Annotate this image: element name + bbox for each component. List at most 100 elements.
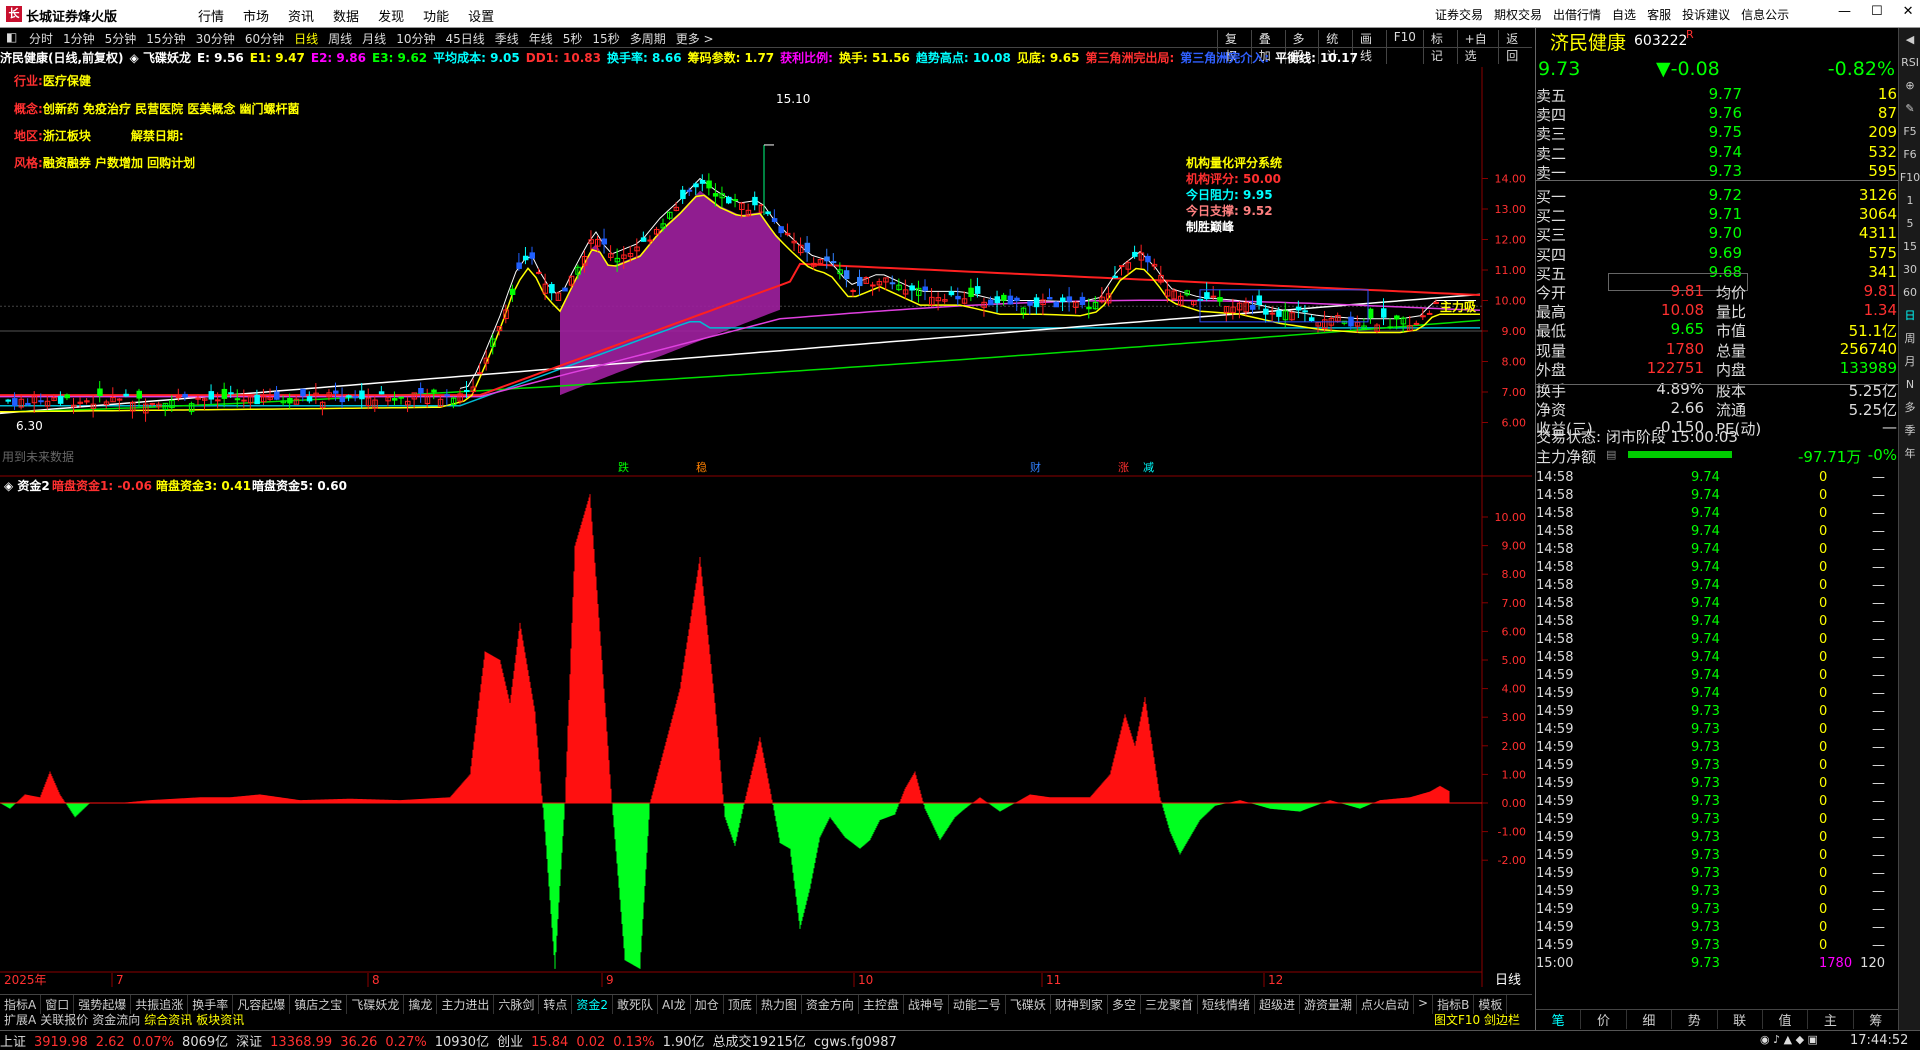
indicator-value: 第三角洲完出局: <box>1085 51 1175 65</box>
price-tick-label: 13.00 <box>1495 203 1527 216</box>
right-menu-item[interactable]: 证券交易 <box>1435 6 1483 23</box>
extension-tab[interactable]: 关联报价 <box>38 1013 90 1027</box>
period-tab[interactable]: 周线 <box>323 30 357 47</box>
tick-price: 9.74 <box>1691 686 1720 701</box>
period-tab[interactable]: 日线 <box>289 30 323 47</box>
period-tab[interactable]: 5秒 <box>558 30 588 47</box>
sidebar-button[interactable]: RSI <box>1899 51 1920 74</box>
extension-tab[interactable]: 资金流向 <box>90 1013 142 1027</box>
index-quote: 0.13% <box>613 1035 655 1050</box>
panel-toggle-icon[interactable]: ◧ <box>6 30 17 44</box>
period-tab[interactable]: 多周期 <box>625 30 671 47</box>
main-net-menu-icon[interactable]: ▤ <box>1606 448 1616 461</box>
candle-body <box>418 387 424 394</box>
period-button[interactable]: 日线 <box>1495 973 1521 987</box>
period-tab[interactable]: 月线 <box>357 30 391 47</box>
candle-body <box>12 398 18 407</box>
tick-row: 14:59 9.73 0 — <box>1536 866 1899 884</box>
sidebar-button[interactable]: 5 <box>1899 212 1920 235</box>
right-menu-item[interactable]: 出借行情 <box>1553 6 1601 23</box>
quote-tab[interactable]: 值 <box>1763 1010 1809 1029</box>
right-menu-item[interactable]: 客服 <box>1647 6 1671 23</box>
quote-tab[interactable]: 筹 <box>1854 1010 1899 1029</box>
tick-time: 14:58 <box>1536 650 1574 665</box>
period-tab[interactable]: 15分钟 <box>141 30 190 47</box>
extension-tab[interactable]: 扩展A <box>2 1013 38 1027</box>
period-tab[interactable]: 分时 <box>24 30 58 47</box>
sidebar-button[interactable]: ◀ <box>1899 28 1920 51</box>
tick-volume: 0 <box>1819 866 1828 881</box>
menu-item[interactable]: 市场 <box>243 6 269 25</box>
close-icon[interactable]: ✕ <box>1903 4 1914 19</box>
menu-item[interactable]: 行情 <box>198 6 224 25</box>
candle-body <box>1217 297 1223 302</box>
menu-item[interactable]: 数据 <box>333 6 359 25</box>
extension-tab[interactable]: 板块资讯 <box>194 1013 246 1027</box>
candle-body <box>824 256 830 262</box>
period-tab[interactable]: 更多 > <box>671 30 719 47</box>
menu-item[interactable]: 设置 <box>468 6 494 25</box>
menu-item[interactable]: 功能 <box>423 6 449 25</box>
candle-body <box>136 390 142 399</box>
period-tab[interactable]: 年线 <box>524 30 558 47</box>
quote-tab[interactable]: 细 <box>1627 1010 1673 1029</box>
menu-item[interactable]: 资讯 <box>288 6 314 25</box>
period-tab[interactable]: 10分钟 <box>391 30 440 47</box>
stat-value: 2.66 <box>1670 399 1704 418</box>
tick-row: 14:58 9.74 0 — <box>1536 560 1899 578</box>
capital-indicator-chart[interactable]: 10.00 9.00 8.00 7.00 6.00 5.00 4.00 3.00 2.00 1.0… <box>0 477 1532 987</box>
quote-tab[interactable]: 主 <box>1808 1010 1854 1029</box>
indicator-value: 换手率: 8.66 <box>606 51 682 65</box>
right-menu-item[interactable]: 期权交易 <box>1494 6 1542 23</box>
sidebar-button[interactable]: F10 <box>1899 166 1920 189</box>
quote-tab[interactable]: 笔 <box>1536 1010 1582 1029</box>
sidebar-button[interactable]: ✎ <box>1899 97 1920 120</box>
tick-time: 14:58 <box>1536 524 1574 539</box>
maximize-icon[interactable]: ☐ <box>1871 4 1883 19</box>
indicator-value: E1: 9.47 <box>249 51 305 65</box>
price-line: 9.73 ▼-0.08 -0.82% <box>1536 58 1899 82</box>
sidebar-button[interactable]: 周 <box>1899 327 1920 350</box>
main-net-bar <box>1628 451 1732 458</box>
window-controls: — ☐ ✕ <box>1838 4 1914 19</box>
sidebar-button[interactable]: F6 <box>1899 143 1920 166</box>
period-tab[interactable]: 15秒 <box>587 30 624 47</box>
sidebar-button[interactable]: 年 <box>1899 442 1920 465</box>
sidebar-button[interactable]: N <box>1899 373 1920 396</box>
sidebar-button[interactable]: 30 <box>1899 258 1920 281</box>
period-tab[interactable]: 5分钟 <box>100 30 142 47</box>
kline-chart[interactable]: 14.00 13.00 12.00 11.00 10.00 9.00 8.00 7.00 6.0… <box>0 67 1532 477</box>
sidebar-button[interactable]: 日 <box>1899 304 1920 327</box>
sidebar-button[interactable]: 60 <box>1899 281 1920 304</box>
index-quote: 上证 <box>0 1035 27 1050</box>
sidebar-button[interactable]: 多 <box>1899 396 1920 419</box>
sidebar-button[interactable]: 季 <box>1899 419 1920 442</box>
menu-item[interactable]: 发现 <box>378 6 404 25</box>
right-menu-item[interactable]: 投诉建议 <box>1682 6 1730 23</box>
period-tab[interactable]: 季线 <box>490 30 524 47</box>
quote-tab[interactable]: 价 <box>1581 1010 1627 1029</box>
right-menu-item[interactable]: 自选 <box>1612 6 1636 23</box>
extension-tab[interactable]: 综合资讯 <box>142 1013 194 1027</box>
tick-time: 14:59 <box>1536 902 1574 917</box>
tick-time: 14:58 <box>1536 578 1574 593</box>
sidebar-button[interactable]: 1 <box>1899 189 1920 212</box>
period-tab[interactable]: 45日线 <box>440 30 489 47</box>
candle-body <box>601 238 608 245</box>
sidebar-button[interactable]: F5 <box>1899 120 1920 143</box>
period-tab[interactable]: 1分钟 <box>58 30 100 47</box>
right-menu-item[interactable]: 信息公示 <box>1741 6 1789 23</box>
sidebar-button[interactable]: ⊕ <box>1899 74 1920 97</box>
minimize-icon[interactable]: — <box>1838 4 1851 19</box>
index-quote: 0.27% <box>385 1035 427 1050</box>
period-tab[interactable]: 30分钟 <box>191 30 240 47</box>
tick-volume: 0 <box>1819 686 1828 701</box>
quote-tab[interactable]: 势 <box>1672 1010 1718 1029</box>
sidebar-button[interactable]: 15 <box>1899 235 1920 258</box>
tick-count: — <box>1872 560 1885 575</box>
quote-tab[interactable]: 联 <box>1718 1010 1763 1029</box>
order-price: 9.69 <box>1708 243 1742 262</box>
sidebar-button[interactable]: 月 <box>1899 350 1920 373</box>
period-tab[interactable]: 60分钟 <box>240 30 289 47</box>
indicator-value: 趋势高点: 10.08 <box>915 51 1011 65</box>
